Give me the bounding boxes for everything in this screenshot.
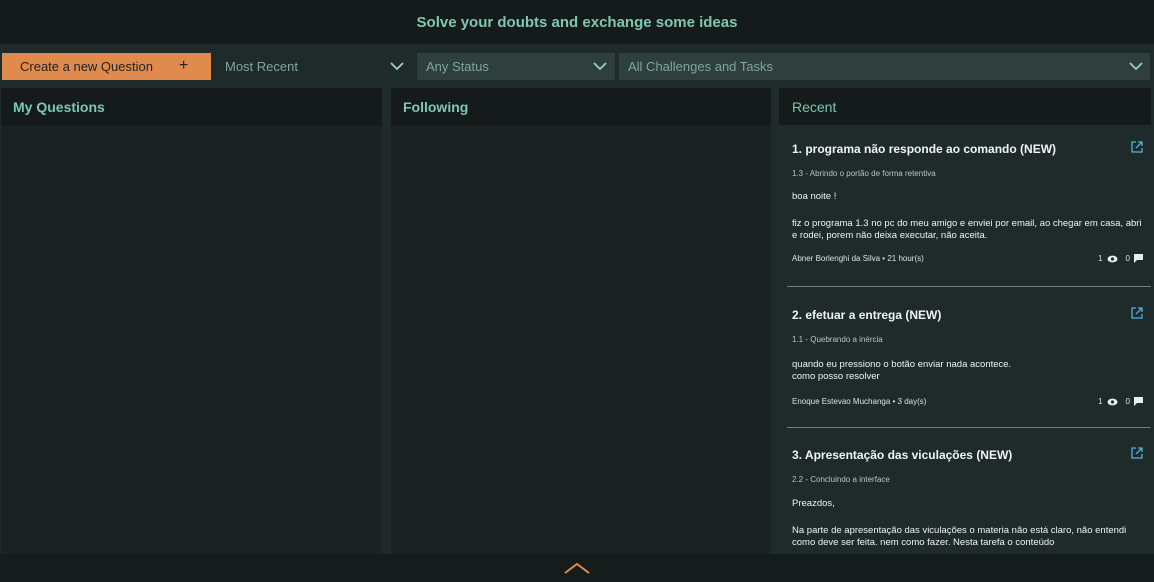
chevron-up-icon[interactable]: [563, 562, 591, 574]
question-time: • 3 day(s): [892, 397, 927, 406]
list-item[interactable]: 2. efetuar a entrega (NEW) 1.1 - Quebran…: [779, 288, 1151, 428]
question-body: quando eu pressiono o botão enviar nada …: [792, 359, 1012, 370]
external-link-icon[interactable]: [1131, 141, 1143, 153]
question-stats: 1 0: [1098, 397, 1143, 406]
chevron-down-icon: [390, 62, 404, 71]
following-list[interactable]: [391, 125, 771, 554]
question-title[interactable]: 3. Apresentação das viculações (NEW): [792, 448, 1012, 462]
question-task: 1.3 - Abrindo o portão de forma retentiv…: [792, 169, 936, 178]
question-author: Abner Borlenghi da Silva • 21 hour(s): [792, 254, 924, 263]
chevron-down-icon: [1129, 62, 1143, 71]
comment-count: 0: [1125, 397, 1130, 406]
page-title: Solve your doubts and exchange some idea…: [416, 13, 738, 31]
author-name: Abner Borlenghi da Silva: [792, 254, 881, 263]
recent-list[interactable]: 1. programa não responde ao comando (NEW…: [779, 125, 1151, 554]
question-body: Preazdos,: [792, 498, 835, 509]
sort-select-value: Most Recent: [225, 59, 298, 74]
chevron-down-icon: [593, 62, 607, 71]
external-link-icon[interactable]: [1131, 307, 1143, 319]
following-column: Following: [391, 88, 771, 554]
create-question-button[interactable]: Create a new Question +: [2, 53, 211, 80]
question-author: Enoque Estevao Muchanga • 3 day(s): [792, 397, 926, 406]
list-item[interactable]: 3. Apresentação das viculações (NEW) 2.2…: [779, 428, 1151, 554]
my-questions-list[interactable]: [1, 125, 382, 554]
question-title[interactable]: 1. programa não responde ao comando (NEW…: [792, 142, 1056, 156]
footer-bar: [0, 554, 1154, 582]
recent-heading: Recent: [779, 88, 1151, 125]
challenge-select[interactable]: All Challenges and Tasks: [619, 53, 1150, 80]
question-time: • 21 hour(s): [882, 254, 924, 263]
page-header: Solve your doubts and exchange some idea…: [0, 0, 1154, 44]
external-link-icon[interactable]: [1131, 447, 1143, 459]
eye-icon: [1107, 255, 1118, 262]
status-select[interactable]: Any Status: [417, 53, 615, 80]
eye-icon: [1107, 398, 1118, 405]
question-task: 2.2 - Concluindo a interface: [792, 475, 890, 484]
plus-icon: +: [179, 57, 189, 74]
view-count: 1: [1098, 254, 1103, 263]
author-name: Enoque Estevao Muchanga: [792, 397, 891, 406]
comment-count: 0: [1125, 254, 1130, 263]
my-questions-heading: My Questions: [1, 88, 382, 125]
question-task: 1.1 - Quebrando a inércia: [792, 335, 883, 344]
question-stats: 1 0: [1098, 254, 1143, 263]
question-body: boa noite !: [792, 191, 837, 202]
question-body: fiz o programa 1.3 no pc do meu amigo e …: [792, 218, 1142, 241]
comment-icon: [1134, 397, 1143, 406]
challenge-select-value: All Challenges and Tasks: [628, 59, 774, 74]
item-divider: [787, 286, 1151, 287]
comment-icon: [1134, 254, 1143, 263]
question-title[interactable]: 2. efetuar a entrega (NEW): [792, 308, 941, 322]
list-item[interactable]: 1. programa não responde ao comando (NEW…: [779, 125, 1151, 288]
question-body: como posso resolver: [792, 371, 880, 382]
my-questions-column: My Questions: [1, 88, 382, 554]
filter-bar: Create a new Question + Most Recent Any …: [0, 52, 1154, 80]
recent-column: Recent 1. programa não responde ao coman…: [779, 88, 1151, 554]
following-heading: Following: [391, 88, 771, 125]
question-body: Na parte de apresentação das viculações …: [792, 525, 1127, 548]
create-question-label: Create a new Question: [20, 59, 153, 74]
view-count: 1: [1098, 397, 1103, 406]
sort-select[interactable]: Most Recent: [216, 53, 412, 80]
status-select-value: Any Status: [426, 59, 489, 74]
